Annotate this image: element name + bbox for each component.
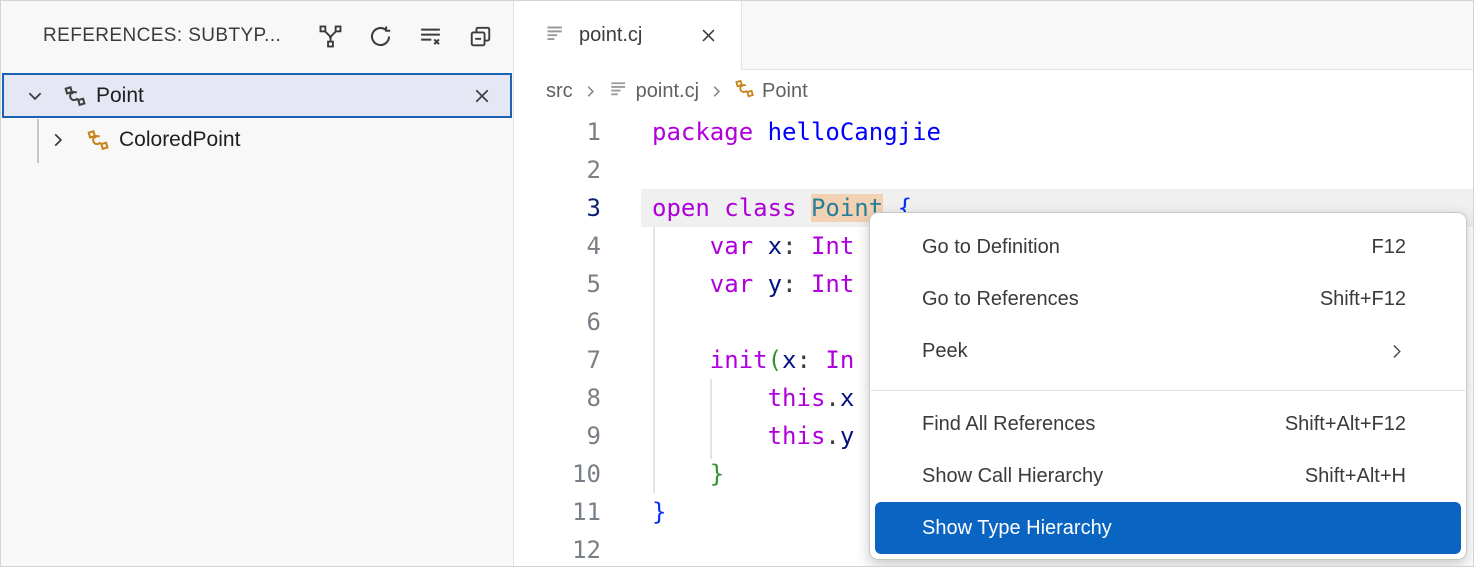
menu-item-show-call-hierarchy[interactable]: Show Call Hierarchy Shift+Alt+H xyxy=(870,450,1466,502)
code-token xyxy=(652,384,768,412)
code-token xyxy=(652,346,710,374)
code-token: open xyxy=(652,194,710,222)
line-number: 10 xyxy=(515,455,601,493)
code-token xyxy=(753,118,767,146)
code-token: class xyxy=(724,194,796,222)
type-hierarchy-icon xyxy=(318,24,343,49)
line-number: 8 xyxy=(515,379,601,417)
class-icon xyxy=(734,78,755,105)
code-token xyxy=(753,232,767,260)
line-number: 11 xyxy=(515,493,601,531)
collapse-all-button[interactable] xyxy=(461,17,499,55)
code-token: ( xyxy=(768,346,782,374)
code-token xyxy=(710,194,724,222)
file-icon xyxy=(608,78,629,105)
code-token xyxy=(753,270,767,298)
code-token: helloCangjie xyxy=(768,118,941,146)
breadcrumb: src point.cj xyxy=(515,70,1474,113)
code-token: } xyxy=(710,460,724,488)
clear-all-button[interactable] xyxy=(411,17,449,55)
collapse-all-icon xyxy=(468,24,493,49)
keybinding: Shift+Alt+F12 xyxy=(1285,413,1406,436)
code-token: . xyxy=(825,384,839,412)
keybinding: Shift+F12 xyxy=(1320,288,1406,311)
line-number: 1 xyxy=(515,113,601,151)
sidebar-toolbar xyxy=(311,17,499,55)
vscode-window: REFERENCES: SUBTYP... xyxy=(0,0,1474,567)
code-line: package helloCangjie xyxy=(652,113,941,151)
code-token: var xyxy=(710,270,753,298)
clear-all-icon xyxy=(418,24,443,49)
class-icon xyxy=(63,84,87,108)
code-token: Int xyxy=(811,270,854,298)
menu-separator xyxy=(871,390,1465,391)
code-token: : xyxy=(782,270,811,298)
code-token: y xyxy=(840,422,854,450)
keybinding: F12 xyxy=(1372,236,1406,259)
menu-item-show-type-hierarchy[interactable]: Show Type Hierarchy xyxy=(875,502,1461,554)
tree-item-coloredpoint[interactable]: ColoredPoint xyxy=(1,119,514,161)
code-token xyxy=(797,194,811,222)
line-number: 7 xyxy=(515,341,601,379)
editor-context-menu: Go to Definition F12 Go to References Sh… xyxy=(869,212,1467,560)
code-token: y xyxy=(768,270,782,298)
tree-item-label: Point xyxy=(96,84,144,108)
chevron-down-icon[interactable] xyxy=(22,83,48,109)
code-token: In xyxy=(825,346,854,374)
code-token: : xyxy=(782,232,811,260)
type-hierarchy-button[interactable] xyxy=(311,17,349,55)
close-icon[interactable] xyxy=(466,80,498,112)
tab-close-icon[interactable] xyxy=(693,21,723,51)
code-line xyxy=(652,151,941,189)
code-token: this xyxy=(768,422,826,450)
sidebar-header: REFERENCES: SUBTYP... xyxy=(1,1,513,71)
code-token: x xyxy=(782,346,796,374)
code-token: var xyxy=(710,232,753,260)
tab-point-cj[interactable]: point.cj xyxy=(514,1,742,70)
code-token: package xyxy=(652,118,753,146)
breadcrumb-item-src[interactable]: src xyxy=(546,80,573,103)
menu-item-go-to-definition[interactable]: Go to Definition F12 xyxy=(870,221,1466,273)
tree-item-point[interactable]: Point xyxy=(2,73,512,118)
sidebar-title: REFERENCES: SUBTYP... xyxy=(43,25,281,47)
menu-item-peek[interactable]: Peek xyxy=(870,325,1466,377)
line-number: 6 xyxy=(515,303,601,341)
chevron-right-icon xyxy=(582,83,599,100)
refresh-icon xyxy=(368,24,393,49)
code-token xyxy=(652,232,710,260)
code-token: this xyxy=(768,384,826,412)
code-token: Int xyxy=(811,232,854,260)
tree-item-label: ColoredPoint xyxy=(119,128,240,152)
chevron-right-icon[interactable] xyxy=(45,127,71,153)
breadcrumb-item-file[interactable]: point.cj xyxy=(608,78,699,105)
line-number: 12 xyxy=(515,531,601,567)
line-number: 4 xyxy=(515,227,601,265)
line-number: 3 xyxy=(515,189,601,227)
chevron-right-icon xyxy=(708,83,725,100)
line-number-gutter: 123456789101112 xyxy=(515,113,601,567)
keybinding: Shift+Alt+H xyxy=(1305,465,1406,488)
code-token xyxy=(652,270,710,298)
line-number: 5 xyxy=(515,265,601,303)
code-token: x xyxy=(768,232,782,260)
code-token: init xyxy=(710,346,768,374)
code-token: . xyxy=(825,422,839,450)
line-number: 2 xyxy=(515,151,601,189)
menu-item-find-all-references[interactable]: Find All References Shift+Alt+F12 xyxy=(870,398,1466,450)
code-token: : xyxy=(797,346,826,374)
breadcrumb-item-symbol[interactable]: Point xyxy=(734,78,808,105)
references-sidebar: REFERENCES: SUBTYP... xyxy=(1,1,514,566)
class-icon xyxy=(86,128,110,152)
line-number: 9 xyxy=(515,417,601,455)
code-token: x xyxy=(840,384,854,412)
code-token xyxy=(652,422,768,450)
code-token: } xyxy=(652,498,666,526)
file-icon xyxy=(544,22,566,49)
code-token xyxy=(652,460,710,488)
refresh-button[interactable] xyxy=(361,17,399,55)
menu-item-go-to-references[interactable]: Go to References Shift+F12 xyxy=(870,273,1466,325)
submenu-chevron-right-icon xyxy=(1387,342,1406,361)
tab-label: point.cj xyxy=(579,24,642,47)
